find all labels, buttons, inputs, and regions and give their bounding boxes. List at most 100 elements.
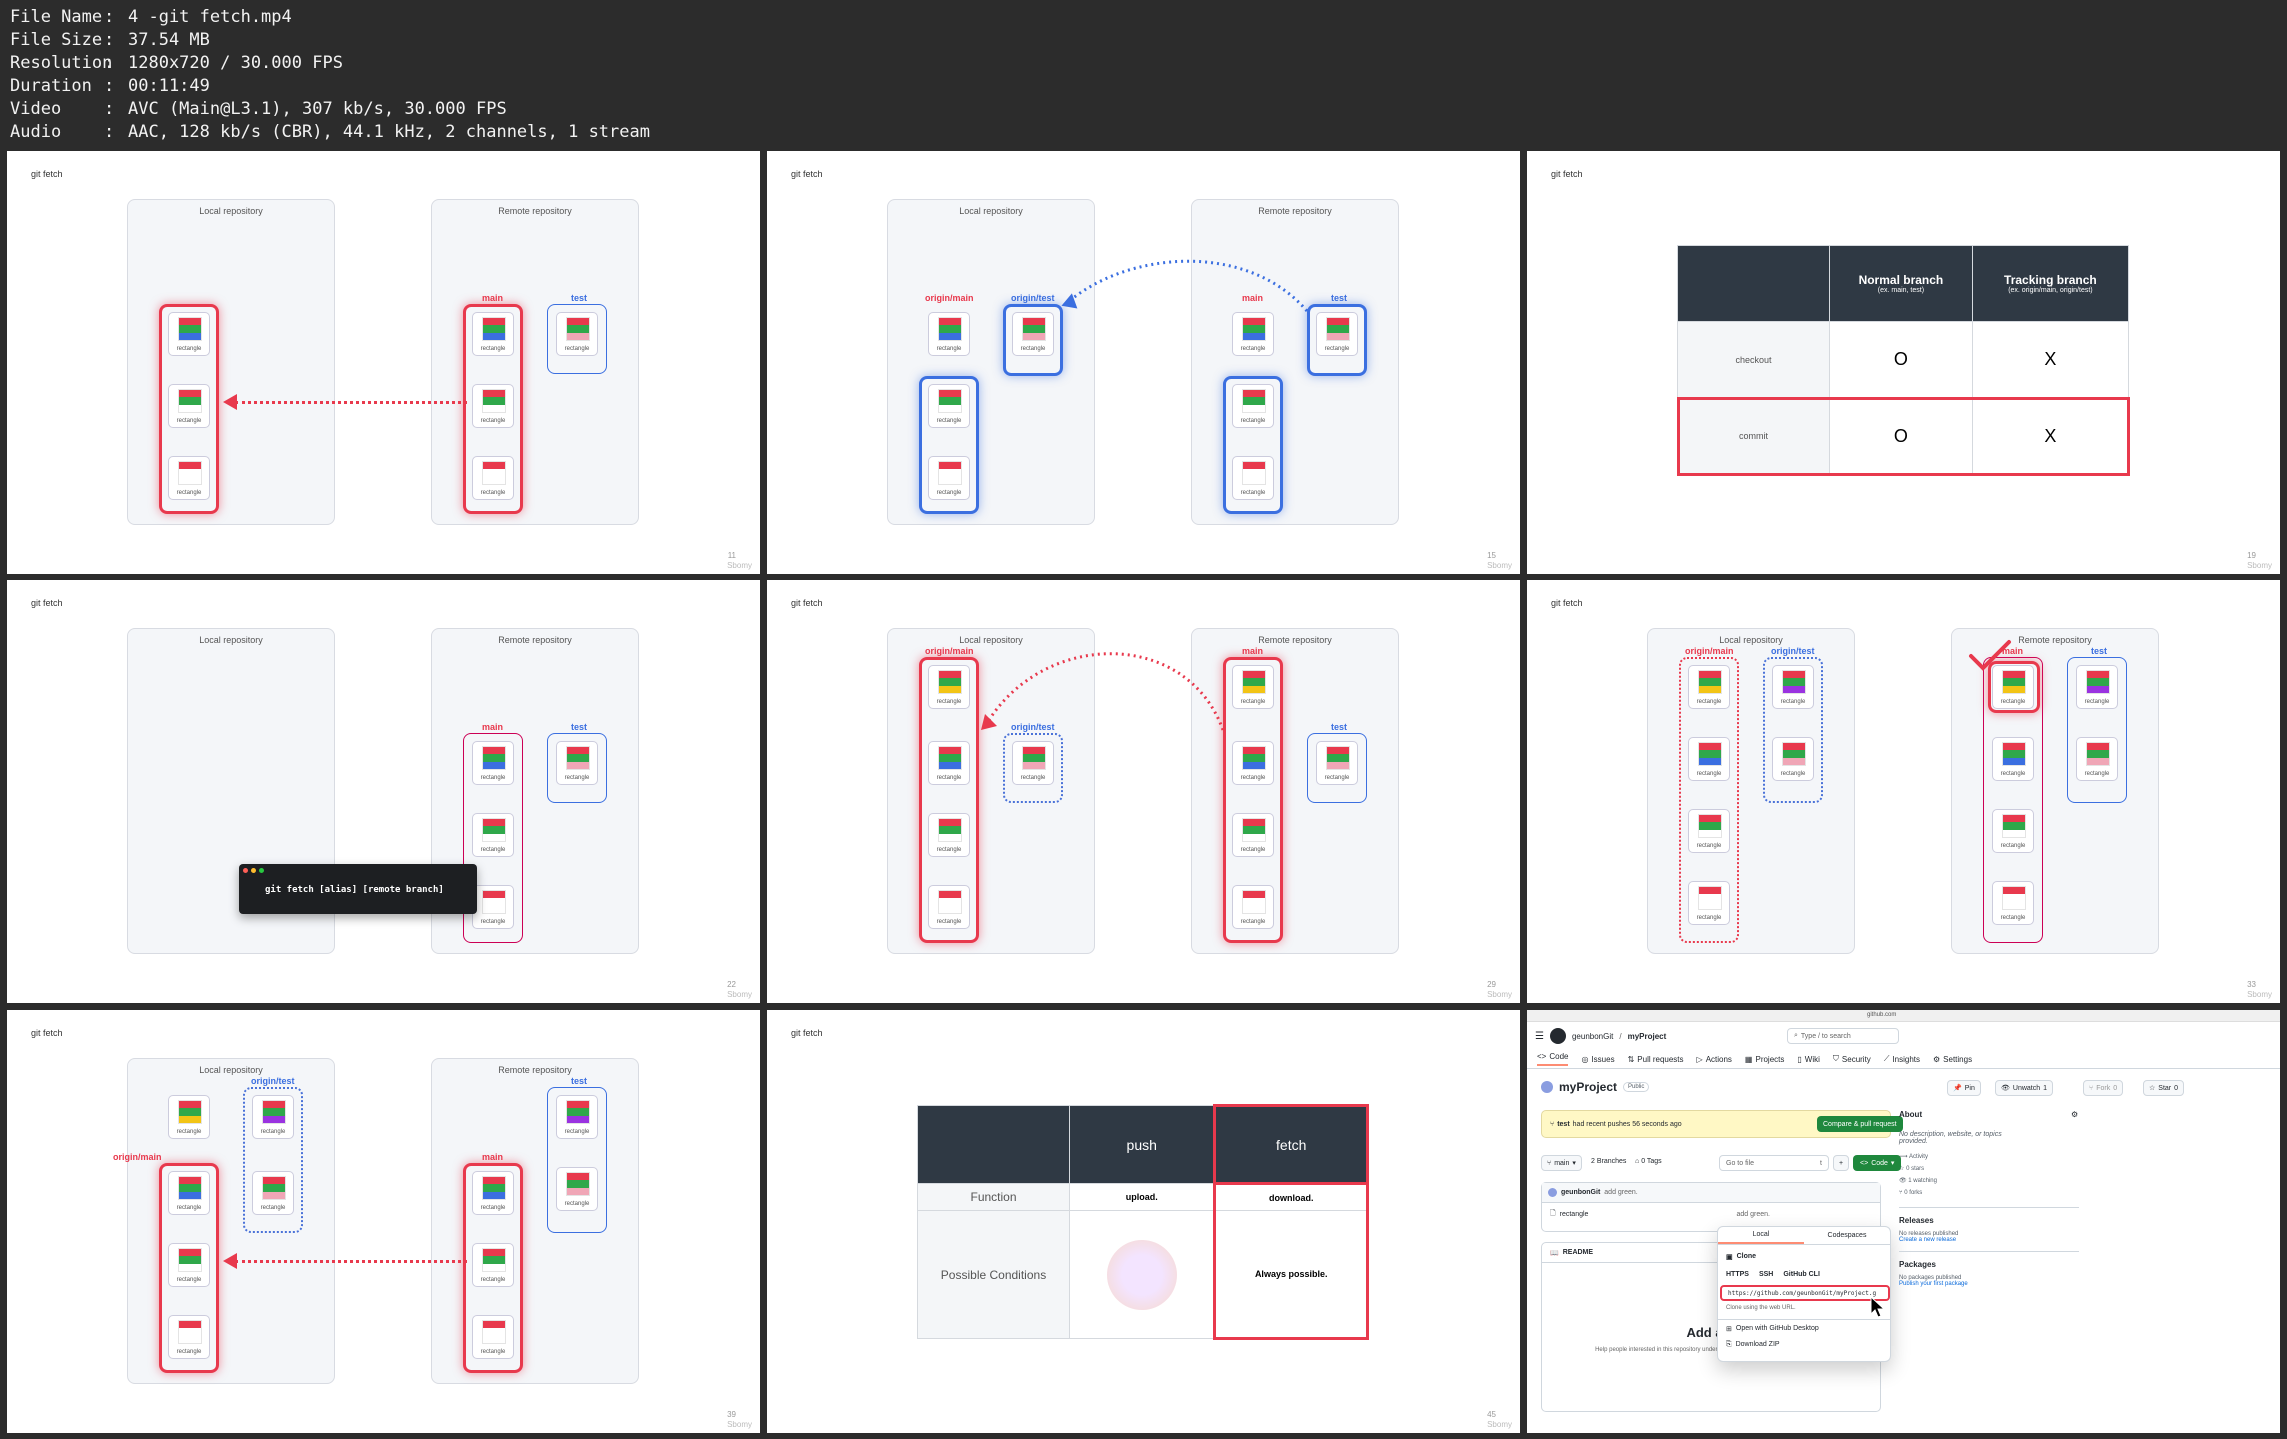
protocol-https[interactable]: HTTPS xyxy=(1726,1271,1749,1278)
download-zip-item[interactable]: ⎘ Download ZIP xyxy=(1726,1341,1780,1349)
protocol-tabs: HTTPS SSH GitHub CLI xyxy=(1726,1271,1820,1278)
tab-settings[interactable]: ⚙ Settings xyxy=(1933,1052,1972,1066)
slide-15: git fetch Local repository Remote reposi… xyxy=(767,151,1520,574)
fetch-arrow-line xyxy=(235,401,467,404)
open-desktop-item[interactable]: ⊞ Open with GitHub Desktop xyxy=(1726,1325,1819,1333)
slide-45: git fetch push fetch Function upload. do… xyxy=(767,1010,1520,1433)
file-row[interactable]: 🗋 rectangle add green. xyxy=(1542,1203,1880,1225)
actions-icon: ▷ xyxy=(1696,1054,1703,1064)
pin-icon: 📌 xyxy=(1953,1085,1962,1092)
visibility-badge: Public xyxy=(1623,1082,1650,1092)
table-row: Function upload. download. xyxy=(917,1182,1369,1212)
gear-icon: ⚙ xyxy=(1933,1054,1941,1064)
branches-link[interactable]: 2 Branches xyxy=(1591,1158,1626,1165)
blur-blob xyxy=(1106,1239,1177,1310)
cursor-icon xyxy=(1870,1296,1886,1318)
tab-security[interactable]: ⛉ Security xyxy=(1833,1052,1871,1066)
tags-link[interactable]: ⌂ 0 Tags xyxy=(1635,1158,1662,1165)
tab-insights[interactable]: ⟋ Insights xyxy=(1884,1052,1920,1066)
blurred-cell xyxy=(1068,1210,1216,1339)
clone-url-field[interactable]: https://github.com/geunbonGit/myProject.… xyxy=(1720,1285,1890,1301)
tab-local[interactable]: Local xyxy=(1718,1227,1804,1244)
tab-wiki[interactable]: ▯ Wiki xyxy=(1797,1052,1820,1066)
activity-link[interactable]: ⟿ Activity xyxy=(1899,1151,2079,1163)
github-logo-icon[interactable] xyxy=(1549,1028,1566,1044)
create-release-link[interactable]: Create a new release xyxy=(1899,1237,2079,1243)
commit-box: rectangle xyxy=(1992,737,2034,781)
fork-button[interactable]: ⑂ Fork 0 xyxy=(2083,1080,2124,1096)
branch-label-test: test xyxy=(2091,646,2108,656)
watermark: Sbomy xyxy=(2247,561,2272,570)
tab-code[interactable]: <> Code xyxy=(1537,1052,1569,1066)
repo-link[interactable]: myProject xyxy=(1628,1032,1667,1041)
meta-row-filesize: File Size:37.54 MB xyxy=(10,30,210,50)
star-icon: ☆ xyxy=(1899,1166,1905,1172)
commit-box: rectangle xyxy=(2076,737,2118,781)
fork-icon: ⑂ xyxy=(2089,1084,2094,1092)
fetch-curve-arrow xyxy=(1061,259,1309,312)
releases-title: Releases xyxy=(1899,1216,1934,1225)
remote-repo-title: Remote repository xyxy=(498,206,572,216)
forks-link[interactable]: ⑂ 0 forks xyxy=(1899,1187,2079,1199)
tab-actions[interactable]: ▷ Actions xyxy=(1697,1052,1732,1066)
slide-39: git fetch Local repository Remote reposi… xyxy=(7,1010,760,1433)
meta-row-resolution: Resolution:1280x720 / 30.000 FPS xyxy=(10,53,343,73)
protocol-cli[interactable]: GitHub CLI xyxy=(1783,1271,1820,1278)
code-button[interactable]: <> Code ▾ xyxy=(1853,1155,1902,1171)
star-button[interactable]: ☆ Star 0 xyxy=(2143,1080,2185,1096)
commit-box: rectangle xyxy=(1992,881,2034,925)
branch-selector[interactable]: ⑂ main ▾ xyxy=(1541,1155,1582,1171)
about-stats: ⟿ Activity ☆ 0 stars 👁 1 watching ⑂ 0 fo… xyxy=(1899,1151,2079,1199)
commit-box: rectangle xyxy=(1688,881,1730,925)
remote-repo-title: Remote repository xyxy=(498,635,572,645)
gear-icon[interactable]: ⚙ xyxy=(2071,1110,2078,1119)
avatar xyxy=(1541,1081,1553,1093)
slide-number: 45 xyxy=(1487,1410,1496,1419)
github-browser: github.com ☰ geunbonGit / myProject ⌕ Typ… xyxy=(1527,1010,2280,1433)
tab-projects[interactable]: ▦ Projects xyxy=(1745,1052,1784,1066)
graph-icon: ⟋ xyxy=(1883,1054,1890,1063)
search-input[interactable]: ⌕ Type / to search xyxy=(1787,1028,1899,1044)
tab-issues[interactable]: ◎ Issues xyxy=(1581,1052,1614,1066)
tab-pull-requests[interactable]: ⇅ Pull requests xyxy=(1628,1052,1684,1066)
book-icon: 📖 xyxy=(1550,1249,1559,1257)
add-file-button[interactable]: + xyxy=(1833,1155,1850,1171)
unwatch-button[interactable]: 👁 Unwatch 1 xyxy=(1995,1080,2054,1096)
terminal-window: git fetch [alias] [remote branch] xyxy=(239,864,477,914)
repo-tabs: <> Code ◎ Issues ⇅ Pull requests ▷ Actions ▦… xyxy=(1537,1052,1972,1066)
owner-link[interactable]: geunbonGit xyxy=(1572,1032,1613,1041)
compare-pull-request-button[interactable]: Compare & pull request xyxy=(1817,1116,1903,1132)
publish-package-link[interactable]: Publish your first package xyxy=(1899,1281,2079,1287)
eye-icon: 👁 xyxy=(1899,1178,1907,1184)
go-to-file-input[interactable]: Go to file t xyxy=(1719,1155,1829,1171)
menu-icon[interactable]: ☰ xyxy=(1535,1031,1544,1042)
clone-heading: ▣ Clone xyxy=(1726,1253,1757,1261)
latest-commit-row: geunbonGit add green. xyxy=(1542,1183,1880,1203)
slide-19: git fetch Normal branch (ex. main, test) … xyxy=(1527,151,2280,574)
pin-button[interactable]: 📌 Pin xyxy=(1947,1080,1981,1096)
watching-link[interactable]: 👁 1 watching xyxy=(1899,1175,2079,1187)
address-bar[interactable]: github.com xyxy=(1867,1012,1896,1018)
tab-codespaces[interactable]: Codespaces xyxy=(1804,1227,1890,1244)
meta-row-audio: Audio: AAC, 128 kb/s (CBR), 44.1 kHz, 2 c… xyxy=(10,122,650,142)
commit-box: rectangle xyxy=(556,1167,598,1211)
commit-box: rectangle xyxy=(168,312,210,356)
commit-box: rectangle xyxy=(556,1095,598,1139)
about-title: About xyxy=(1899,1110,1923,1119)
repo-title-row: myProject Public xyxy=(1541,1080,1650,1094)
pulse-icon: ⟿ xyxy=(1899,1154,1908,1160)
remote-repo-title: Remote repository xyxy=(498,1065,572,1075)
stars-link[interactable]: ☆ 0 stars xyxy=(1899,1163,2079,1175)
fetch-arrow-head xyxy=(223,1253,237,1269)
code-dropdown: Local Codespaces ▣ Clone HTTPS SSH GitHub… xyxy=(1717,1226,1891,1362)
file-list: geunbonGit add green. 🗋 rectangle add green… xyxy=(1541,1182,1881,1232)
divider xyxy=(1527,1068,2280,1069)
dropdown-tabs: Local Codespaces xyxy=(1718,1227,1890,1245)
protocol-ssh[interactable]: SSH xyxy=(1759,1271,1773,1278)
fork-icon: ⑂ xyxy=(1899,1190,1903,1196)
table-row: checkout O X xyxy=(1677,321,2130,399)
file-icon: 🗋 xyxy=(1550,1209,1556,1217)
branch-label-main: main xyxy=(482,722,504,732)
table-header-empty xyxy=(917,1105,1070,1184)
search-icon: ⌕ xyxy=(1794,1032,1798,1039)
